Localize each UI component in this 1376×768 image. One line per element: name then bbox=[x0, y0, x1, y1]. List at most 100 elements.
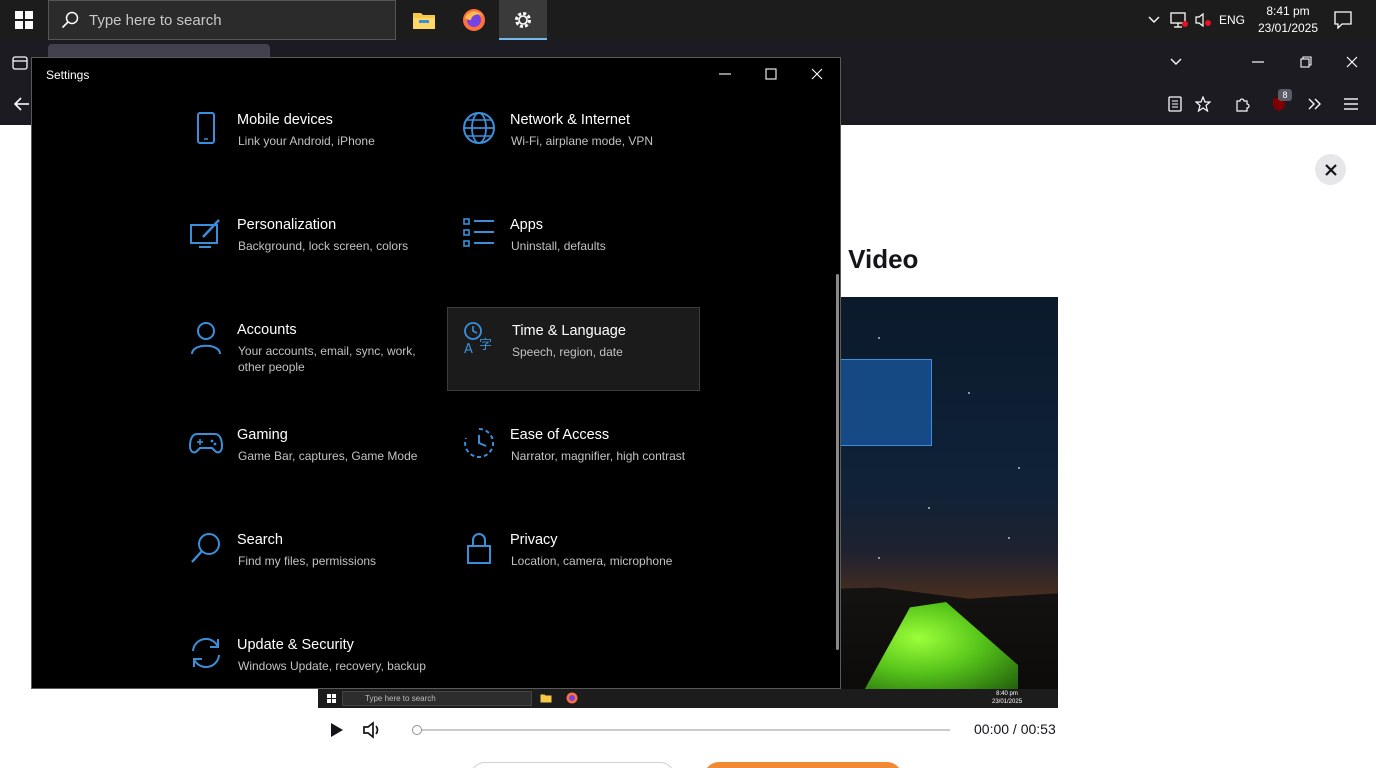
settings-category-personalization[interactable]: Personalization Background, lock screen,… bbox=[186, 213, 438, 297]
settings-close-button[interactable] bbox=[794, 58, 840, 90]
video-star bbox=[928, 507, 930, 509]
browser-tab[interactable] bbox=[48, 44, 270, 58]
video-selection-rectangle bbox=[838, 359, 932, 446]
category-description: Your accounts, email, sync, work, other … bbox=[238, 344, 416, 374]
category-title: Network & Internet bbox=[510, 112, 631, 128]
category-title: Apps bbox=[510, 217, 544, 233]
clock-date: 23/01/2025 bbox=[1257, 21, 1319, 35]
gear-icon bbox=[515, 12, 531, 28]
minimize-icon bbox=[1252, 61, 1264, 63]
search-icon bbox=[186, 528, 226, 568]
category-title: Gaming bbox=[237, 427, 288, 443]
seek-bar-thumb[interactable] bbox=[412, 725, 422, 735]
category-title: Mobile devices bbox=[237, 112, 333, 128]
close-icon bbox=[1346, 56, 1358, 68]
settings-category-apps[interactable]: Apps Uninstall, defaults bbox=[459, 213, 711, 297]
settings-maximize-button[interactable] bbox=[748, 58, 794, 90]
ease-of-access-icon bbox=[459, 423, 499, 463]
apps-list-icon bbox=[459, 213, 499, 253]
minimize-icon bbox=[719, 73, 731, 75]
tray-network[interactable] bbox=[1168, 0, 1190, 40]
seek-bar[interactable] bbox=[414, 729, 950, 731]
category-description: Background, lock screen, colors bbox=[238, 239, 409, 253]
category-title: Privacy bbox=[510, 532, 558, 548]
settings-category-search[interactable]: Search Find my files, permissions bbox=[186, 528, 438, 612]
windows-logo-icon bbox=[15, 11, 33, 29]
reader-view-icon bbox=[1168, 96, 1182, 112]
hamburger-menu-icon bbox=[1344, 98, 1358, 110]
more-tools-button[interactable] bbox=[1304, 94, 1326, 114]
taskbar: Type here to search ENG 8:41 pm 23/01/20… bbox=[0, 0, 1376, 40]
page-primary-button[interactable] bbox=[704, 762, 902, 768]
settings-minimize-button[interactable] bbox=[702, 58, 748, 90]
category-title: Update & Security bbox=[237, 637, 354, 653]
video-star bbox=[1018, 467, 1020, 469]
start-button[interactable] bbox=[0, 0, 48, 40]
volume-muted-icon bbox=[1195, 12, 1211, 28]
restore-icon bbox=[1300, 56, 1312, 68]
modal-close-button[interactable] bbox=[1315, 154, 1346, 185]
search-icon bbox=[61, 11, 79, 29]
play-icon bbox=[331, 723, 343, 737]
tray-language[interactable]: ENG bbox=[1216, 0, 1248, 40]
notification-icon bbox=[1334, 11, 1352, 29]
category-description: Location, camera, microphone bbox=[511, 554, 673, 568]
category-title: Time & Language bbox=[512, 323, 626, 339]
taskbar-firefox[interactable] bbox=[450, 0, 498, 40]
settings-category-accounts[interactable]: Accounts Your accounts, email, sync, wor… bbox=[186, 318, 438, 402]
video-taskbar: Type here to search 8:40 pm 23/01/2025 bbox=[318, 689, 1058, 708]
browser-list-all-tabs[interactable] bbox=[1162, 52, 1190, 72]
settings-category-time-language[interactable]: A字 Time & Language Speech, region, date bbox=[447, 307, 700, 391]
browser-minimize[interactable] bbox=[1246, 52, 1270, 72]
category-description: Find my files, permissions bbox=[238, 554, 377, 568]
settings-category-privacy[interactable]: Privacy Location, camera, microphone bbox=[459, 528, 711, 612]
tray-clock[interactable]: 8:41 pm 23/01/2025 bbox=[1250, 0, 1326, 40]
chevron-up-icon bbox=[1148, 16, 1160, 23]
svg-text:A: A bbox=[464, 342, 473, 355]
settings-category-update-security[interactable]: Update & Security Windows Update, recove… bbox=[186, 633, 438, 688]
bookmark-star-button[interactable] bbox=[1192, 94, 1214, 114]
taskbar-search-box[interactable]: Type here to search bbox=[48, 0, 396, 40]
video-clock-date: 23/01/2025 bbox=[992, 699, 1023, 705]
windows-logo-icon bbox=[327, 694, 336, 703]
video-star bbox=[968, 392, 970, 394]
globe-icon bbox=[459, 108, 499, 148]
video-clock-time: 8:40 pm bbox=[996, 691, 1018, 697]
gamepad-icon bbox=[186, 423, 226, 463]
settings-category-ease-of-access[interactable]: Ease of Access Narrator, magnifier, high… bbox=[459, 423, 711, 507]
extension-badge: 8 bbox=[1278, 89, 1292, 101]
category-title: Ease of Access bbox=[510, 427, 610, 443]
volume-button[interactable] bbox=[361, 719, 383, 741]
settings-category-gaming[interactable]: Gaming Game Bar, captures, Game Mode bbox=[186, 423, 438, 507]
extensions-button[interactable] bbox=[1232, 94, 1254, 114]
page-secondary-button[interactable] bbox=[470, 762, 675, 768]
tray-action-center[interactable] bbox=[1330, 0, 1356, 40]
settings-category-mobile-devices[interactable]: Mobile devices Link your Android, iPhone bbox=[186, 108, 438, 192]
browser-menu-button[interactable] bbox=[1340, 94, 1362, 114]
clock-time: 8:41 pm bbox=[1266, 4, 1310, 18]
settings-window: Settings Mobile devices Link your Androi… bbox=[31, 57, 841, 689]
phone-icon bbox=[186, 108, 226, 148]
folder-icon bbox=[540, 694, 552, 703]
play-button[interactable] bbox=[326, 720, 346, 740]
back-arrow-icon bbox=[14, 97, 29, 111]
firefox-icon bbox=[463, 9, 485, 31]
category-description: Game Bar, captures, Game Mode bbox=[238, 449, 418, 463]
tray-show-hidden[interactable] bbox=[1144, 0, 1164, 40]
taskbar-settings[interactable] bbox=[499, 0, 547, 40]
video-taskbar-search: Type here to search bbox=[342, 691, 532, 706]
reader-view-button[interactable] bbox=[1164, 94, 1186, 114]
browser-tab-list-button[interactable] bbox=[8, 52, 32, 74]
browser-restore[interactable] bbox=[1294, 52, 1318, 72]
taskbar-file-explorer[interactable] bbox=[400, 0, 448, 40]
settings-scrollbar[interactable] bbox=[836, 274, 839, 650]
settings-category-network-internet[interactable]: Network & Internet Wi-Fi, airplane mode,… bbox=[459, 108, 711, 192]
maximize-icon bbox=[765, 68, 777, 80]
chevron-down-icon bbox=[1170, 58, 1182, 65]
lock-icon bbox=[459, 528, 499, 568]
video-taskbar-clock: 8:40 pm 23/01/2025 bbox=[992, 690, 1022, 706]
browser-close[interactable] bbox=[1340, 52, 1364, 72]
desktop: Type here to search ENG 8:41 pm 23/01/20… bbox=[0, 0, 1376, 768]
category-description: Uninstall, defaults bbox=[511, 239, 606, 253]
tray-volume[interactable] bbox=[1192, 0, 1214, 40]
